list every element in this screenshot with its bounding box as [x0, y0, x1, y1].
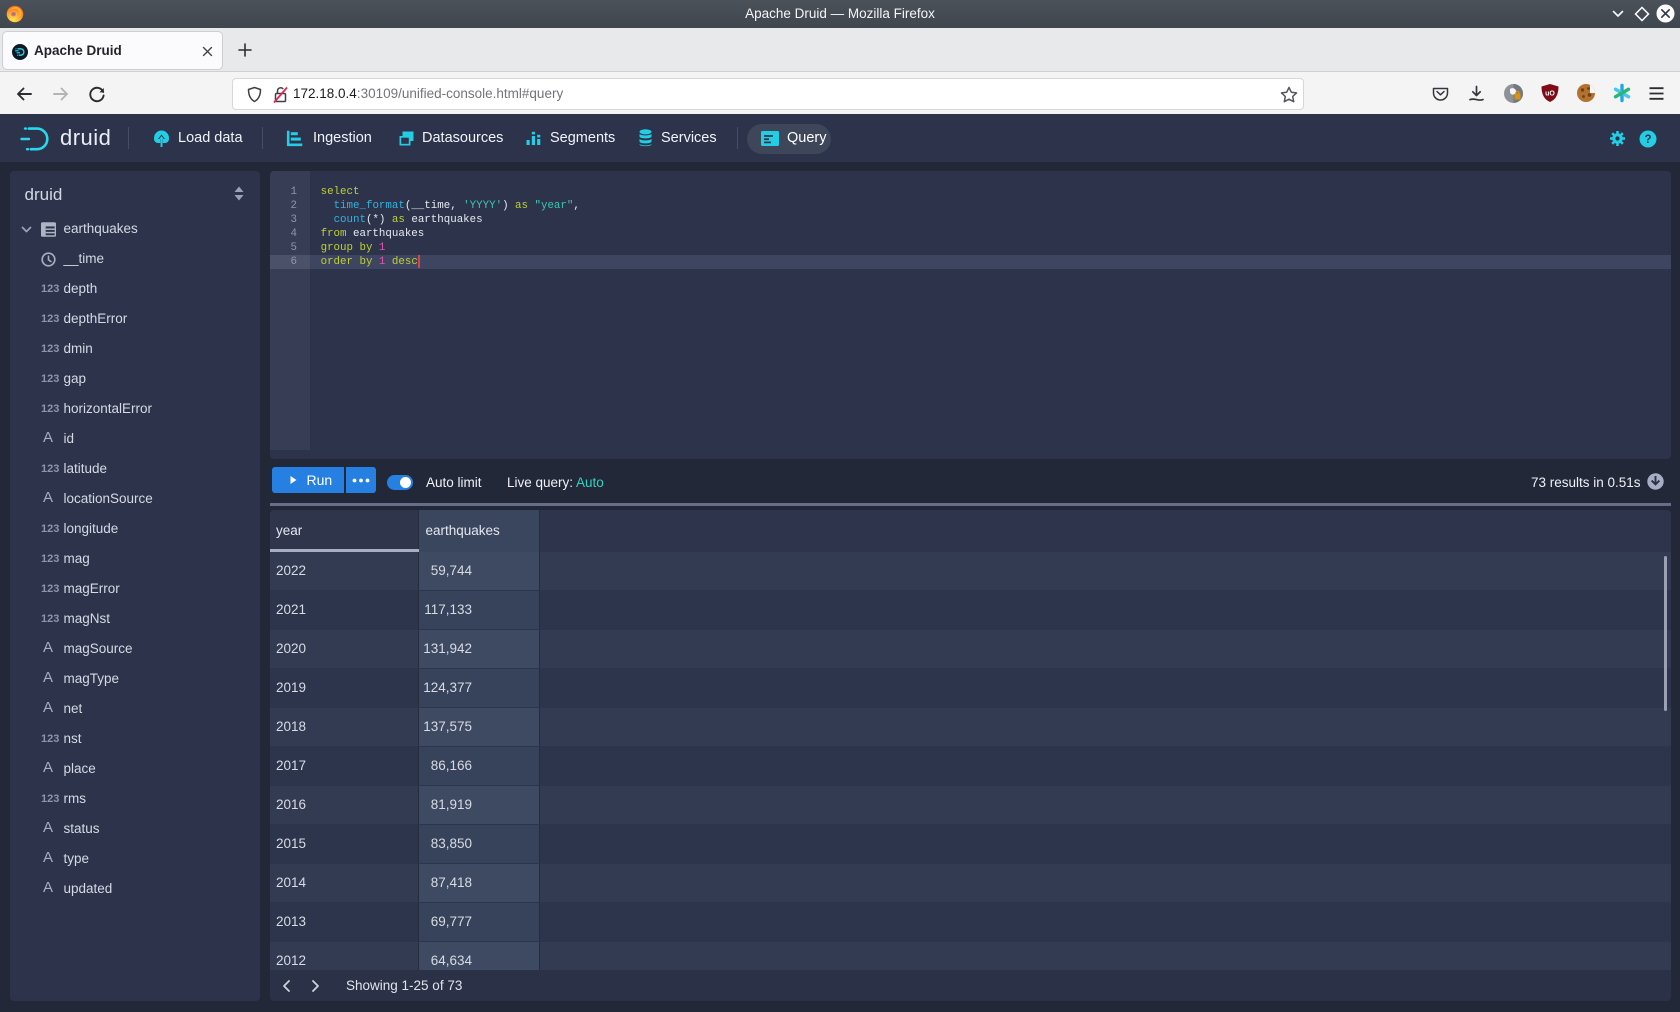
svg-text:?: ? [1644, 134, 1651, 146]
svg-text:uO: uO [1545, 91, 1555, 98]
